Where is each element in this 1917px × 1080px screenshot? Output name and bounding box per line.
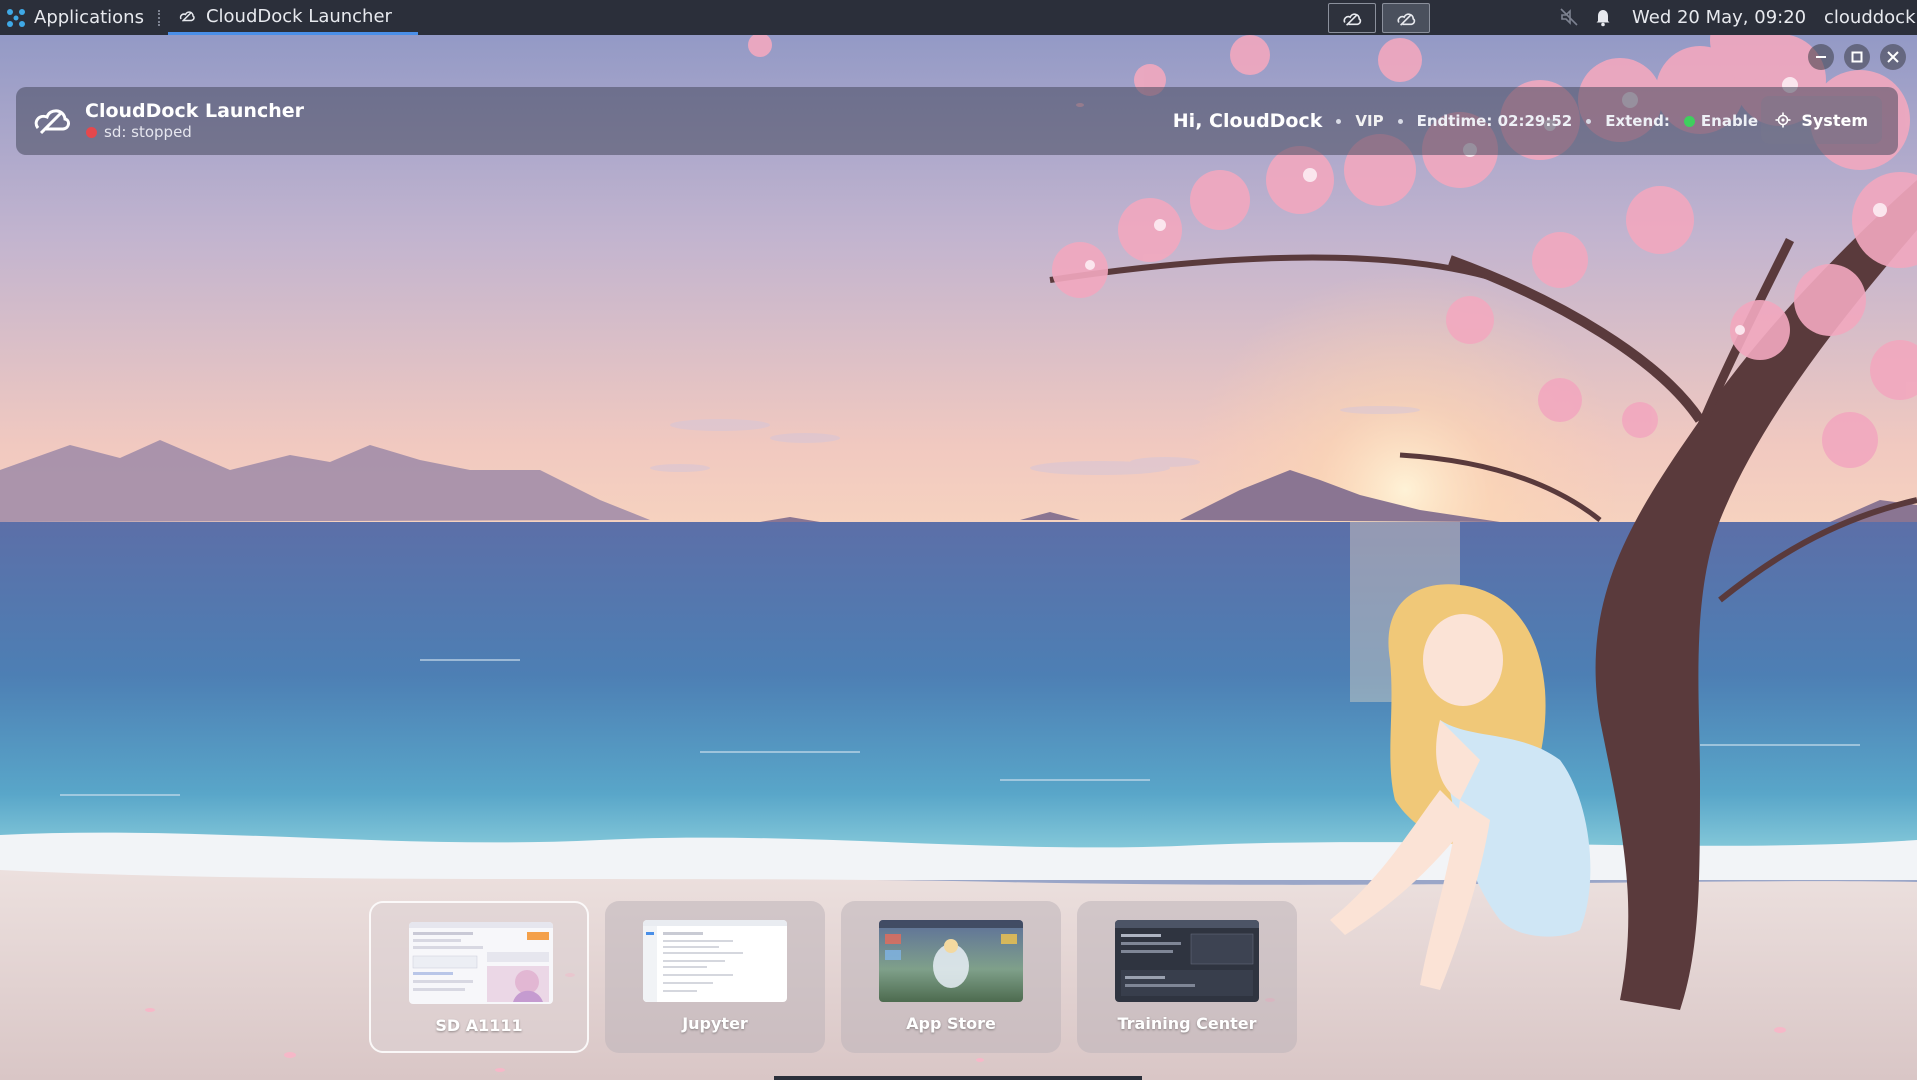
dock-item-app-store[interactable]: App Store xyxy=(841,901,1061,1053)
system-button-label: System xyxy=(1801,110,1868,130)
active-task-label: CloudDock Launcher xyxy=(205,5,392,27)
workspace-button-1[interactable] xyxy=(1328,3,1376,33)
taskbar-separator xyxy=(157,9,162,26)
system-button[interactable]: System xyxy=(1761,96,1882,144)
minimize-icon xyxy=(1816,56,1826,58)
workspace-button-2[interactable] xyxy=(1382,3,1430,33)
account-info: Hi, CloudDock VIP Endtime: 02:29:52 Exte… xyxy=(1173,87,1758,155)
greeting: Hi, CloudDock xyxy=(1172,110,1323,132)
clouddock-logo-icon xyxy=(179,11,195,22)
clouddock-logo-icon xyxy=(1343,13,1362,26)
extend-value: Enable xyxy=(1700,112,1758,130)
dock-item-label: SD A1111 xyxy=(435,1016,523,1035)
app-dock: SD A1111 Jupyter App Store Training Cent… xyxy=(369,901,1297,1053)
clouddock-logo-icon xyxy=(1397,13,1416,26)
dock-item-label: Jupyter xyxy=(682,1014,748,1033)
maximize-button[interactable] xyxy=(1844,44,1870,70)
extend-label: Extend: xyxy=(1605,112,1670,130)
taskbar-username[interactable]: clouddock xyxy=(1824,0,1916,35)
dock-item-label: App Store xyxy=(906,1014,996,1033)
service-status: sd: stopped xyxy=(86,123,192,141)
sd-a1111-thumbnail xyxy=(409,922,553,1004)
maximize-icon xyxy=(1851,51,1863,63)
bottom-edge-bar xyxy=(774,1076,1142,1080)
dock-item-jupyter[interactable]: Jupyter xyxy=(605,901,825,1053)
applications-menu-button[interactable]: Applications xyxy=(0,0,154,35)
apps-grid-icon xyxy=(7,8,25,27)
dock-item-training-center[interactable]: Training Center xyxy=(1077,901,1297,1053)
applications-label: Applications xyxy=(34,7,144,28)
jupyter-thumbnail xyxy=(643,920,787,1002)
extend-toggle[interactable]: Enable xyxy=(1683,112,1758,130)
endtime-text: Endtime: 02:29:52 xyxy=(1416,112,1573,130)
gear-icon xyxy=(1775,112,1791,128)
close-button[interactable] xyxy=(1880,44,1906,70)
system-tray xyxy=(1559,7,1613,27)
training-center-thumbnail xyxy=(1115,920,1259,1002)
status-dot-stopped xyxy=(86,126,97,138)
close-icon xyxy=(1887,51,1899,63)
separator-dot xyxy=(1586,118,1592,124)
tray-window-switcher xyxy=(1328,3,1430,33)
taskbar-clock[interactable]: Wed 20 May, 09:20 xyxy=(1632,0,1806,35)
dock-item-sd-a1111[interactable]: SD A1111 xyxy=(369,901,589,1053)
launcher-title: CloudDock Launcher xyxy=(85,100,305,122)
window-controls xyxy=(1808,44,1906,70)
taskbar-item-clouddock-launcher[interactable]: CloudDock Launcher xyxy=(167,0,418,35)
bell-icon[interactable] xyxy=(1593,7,1613,27)
app-store-thumbnail xyxy=(879,920,1023,1002)
minimize-button[interactable] xyxy=(1808,44,1834,70)
top-taskbar: Applications CloudDock Launcher Wed 20 M… xyxy=(0,0,1917,35)
mute-icon[interactable] xyxy=(1559,7,1579,27)
status-dot-enabled xyxy=(1683,115,1695,127)
tier-badge: VIP xyxy=(1355,112,1384,130)
separator-dot xyxy=(1397,118,1403,124)
separator-dot xyxy=(1336,118,1342,124)
clouddock-logo-icon xyxy=(34,109,70,135)
service-status-text: sd: stopped xyxy=(104,123,192,141)
launcher-header: CloudDock Launcher sd: stopped Hi, Cloud… xyxy=(16,87,1898,155)
dock-item-label: Training Center xyxy=(1117,1014,1257,1033)
